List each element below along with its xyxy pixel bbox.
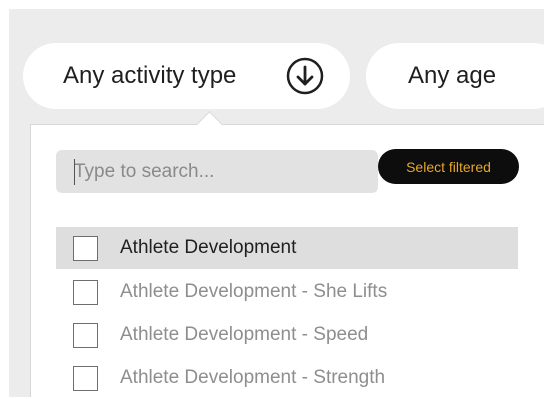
checkbox[interactable] (73, 279, 98, 305)
activity-type-filter[interactable]: Any activity type (23, 43, 350, 109)
option-label: Athlete Development (120, 237, 297, 258)
option-athlete-development-speed[interactable]: Athlete Development - Speed (56, 314, 518, 356)
option-label: Athlete Development - Strength (120, 367, 386, 388)
search-input[interactable] (56, 150, 378, 193)
text-cursor (74, 159, 75, 185)
checkbox[interactable] (73, 322, 98, 348)
option-label: Athlete Development - She Lifts (120, 281, 388, 302)
checkbox[interactable] (73, 235, 98, 261)
option-athlete-development-strength[interactable]: Athlete Development - Strength (56, 357, 518, 399)
arrow-down-circle-icon[interactable] (286, 57, 324, 95)
activity-type-label: Any activity type (63, 62, 237, 89)
select-filtered-button[interactable]: Select filtered (378, 149, 519, 184)
option-athlete-development-she-lifts[interactable]: Athlete Development - She Lifts (56, 271, 518, 313)
checkbox[interactable] (73, 365, 98, 391)
age-filter-label: Any age (408, 62, 497, 89)
age-filter[interactable]: Any age (366, 43, 544, 109)
option-athlete-development[interactable]: Athlete Development (56, 227, 518, 269)
option-label: Athlete Development - Speed (120, 324, 369, 345)
